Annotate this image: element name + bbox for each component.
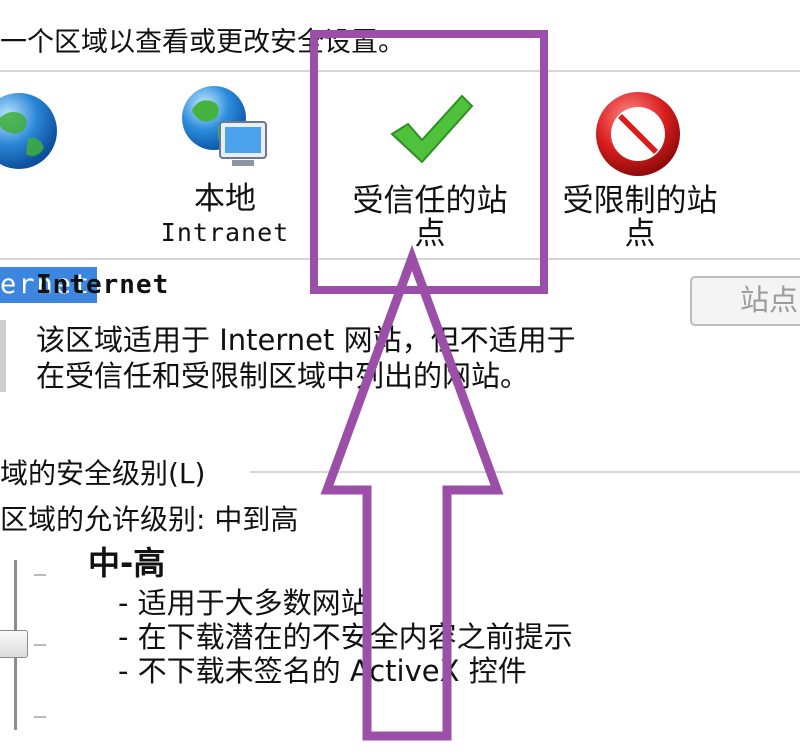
divider <box>0 258 800 260</box>
zone-label-line2: 点 <box>624 216 656 252</box>
globe-computer-icon <box>182 86 267 166</box>
zone-label-line2: 点 <box>414 216 446 252</box>
divider <box>250 471 800 473</box>
zone-sublabel: Intranet <box>160 218 290 247</box>
slider-tick <box>34 716 46 718</box>
zone-description-line: 该区域适用于 Internet 网站，但不适用于 <box>36 323 576 357</box>
no-entry-icon <box>596 92 680 176</box>
bullet-item: - 不下载未签名的 ActiveX 控件 <box>118 654 527 688</box>
bullet-item: - 适用于大多数网站 <box>118 586 370 620</box>
instruction-text: 一个区域以查看或更改安全设置。 <box>0 27 405 58</box>
zone-description: 该区域适用于 Internet 网站，但不适用于 在受信任和受限制区域中列出的网… <box>36 322 576 394</box>
allowed-levels-text: 区域的允许级别: 中到高 <box>0 503 299 536</box>
security-level-bullets: - 适用于大多数网站 - 在下载潜在的不安全内容之前提示 - 不下载未签名的 A… <box>118 586 573 688</box>
zone-label-line1: 受限制的站 <box>562 183 718 219</box>
zone-icon-edge <box>0 320 6 392</box>
globe-icon <box>0 93 57 169</box>
checkmark-icon <box>390 94 474 164</box>
slider-tick <box>34 574 46 576</box>
security-level-group-label: 域的安全级别(L) <box>0 457 206 490</box>
security-slider-thumb[interactable] <box>0 630 28 658</box>
security-level-title: 中-高 <box>88 544 166 582</box>
zone-name: Internet <box>36 270 170 300</box>
slider-tick <box>34 644 46 646</box>
zone-internet[interactable]: ernet <box>0 82 120 303</box>
zone-label-line1: 受信任的站 <box>352 183 508 219</box>
divider <box>0 70 800 72</box>
bullet-item: - 在下载潜在的不安全内容之前提示 <box>118 620 573 654</box>
zone-description-line: 在受信任和受限制区域中列出的网站。 <box>36 359 530 393</box>
zone-label: 本地 <box>194 181 256 217</box>
sites-button[interactable]: 站点 <box>690 276 800 326</box>
